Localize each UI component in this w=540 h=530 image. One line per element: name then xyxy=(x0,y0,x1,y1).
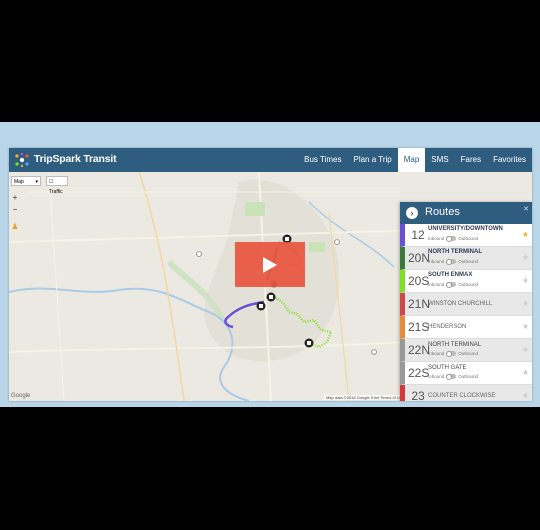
route-row[interactable]: 22S SOUTH GATE Inbound Outbound ★ xyxy=(400,362,532,385)
route-name: NORTH TERMINAL xyxy=(428,249,482,255)
route-row[interactable]: 22N NORTH TERMINAL Inbound Outbound ★ xyxy=(400,339,532,362)
nav-map[interactable]: Map xyxy=(397,148,426,172)
outbound-label: Outbound xyxy=(458,374,479,379)
favorite-star-icon[interactable]: ★ xyxy=(522,230,529,239)
video-play-button[interactable] xyxy=(235,242,305,287)
route-row[interactable]: 12 UNIVERSITY/DOWNTOWN Inbound Outbound ★ xyxy=(400,224,532,247)
stop-marker-icon[interactable] xyxy=(334,239,340,245)
nav-bus-times[interactable]: Bus Times xyxy=(298,148,347,172)
route-row[interactable]: 21S HENDERSON ★ xyxy=(400,316,532,339)
route-name: WINSTON CHURCHILL xyxy=(428,301,493,307)
route-name: UNIVERSITY/DOWNTOWN xyxy=(428,226,503,232)
favorite-star-icon[interactable]: ★ xyxy=(522,322,529,331)
major-road xyxy=(138,172,185,401)
direction-switch[interactable] xyxy=(446,373,457,380)
outbound-label: Outbound xyxy=(458,351,479,356)
app-window: TripSpark Transit Bus Times Plan a Trip Ma… xyxy=(9,148,532,401)
road xyxy=(9,341,410,353)
bus-icon[interactable] xyxy=(266,292,276,302)
chevron-right-icon[interactable]: › xyxy=(406,207,418,219)
nav-favorites[interactable]: Favorites xyxy=(487,148,532,172)
favorite-star-icon[interactable]: ★ xyxy=(522,368,529,377)
direction-switch[interactable] xyxy=(446,235,457,242)
direction-switch[interactable] xyxy=(446,350,457,357)
route-number: 20S xyxy=(408,274,430,288)
favorite-star-icon[interactable]: ★ xyxy=(522,276,529,285)
favorite-star-icon[interactable]: ★ xyxy=(522,299,529,308)
route-number: 22N xyxy=(408,343,431,357)
direction-toggle[interactable]: Inbound Outbound xyxy=(428,373,479,380)
bus-icon[interactable] xyxy=(256,301,266,311)
outbound-label: Outbound xyxy=(458,282,479,287)
route-number: 22S xyxy=(408,366,430,380)
stop-marker-icon[interactable] xyxy=(371,349,377,355)
route-number: 21S xyxy=(408,320,430,334)
inbound-label: Inbound xyxy=(428,259,445,264)
outbound-label: Outbound xyxy=(458,236,479,241)
bus-icon[interactable] xyxy=(304,338,314,348)
direction-toggle[interactable]: Inbound Outbound xyxy=(428,258,479,265)
top-navigation-bar: TripSpark Transit Bus Times Plan a Trip Ma… xyxy=(9,148,532,172)
tripspark-logo-icon xyxy=(15,152,29,168)
inbound-label: Inbound xyxy=(428,236,445,241)
map-view[interactable]: Map ☐ Traffic + − ♟ Google Map data ©201… xyxy=(9,172,532,401)
routes-panel-header: › Routes ✕ xyxy=(400,202,532,224)
favorite-star-icon[interactable]: ★ xyxy=(522,253,529,262)
route-list: 12 UNIVERSITY/DOWNTOWN Inbound Outbound ★ 20N… xyxy=(400,224,532,401)
park xyxy=(309,242,325,252)
route-number: 20N xyxy=(408,251,431,265)
route-row[interactable]: 21N WINSTON CHURCHILL ★ xyxy=(400,293,532,316)
direction-switch[interactable] xyxy=(446,258,457,265)
favorite-star-icon[interactable]: ★ xyxy=(522,345,529,354)
main-nav: Bus Times Plan a Trip Map SMS Fares Favorites xyxy=(298,148,532,172)
zoom-in-button[interactable]: + xyxy=(11,193,19,202)
route-row[interactable]: 20N NORTH TERMINAL Inbound Outbound ★ xyxy=(400,247,532,270)
close-icon[interactable]: ✕ xyxy=(523,205,529,213)
route-name: NORTH TERMINAL xyxy=(428,342,482,348)
favorite-star-icon[interactable]: ★ xyxy=(522,391,529,400)
direction-toggle[interactable]: Inbound Outbound xyxy=(428,281,479,288)
direction-toggle[interactable]: Inbound Outbound xyxy=(428,350,479,357)
outbound-label: Outbound xyxy=(458,259,479,264)
stop-marker-icon[interactable] xyxy=(196,251,202,257)
route-name: COUNTER CLOCKWISE xyxy=(428,393,496,399)
route-number: 23 xyxy=(411,389,425,401)
nav-sms[interactable]: SMS xyxy=(425,148,454,172)
park xyxy=(245,202,265,216)
google-logo[interactable]: Google xyxy=(11,393,30,399)
routes-panel-title: Routes xyxy=(425,206,460,218)
route-name: SOUTH GATE xyxy=(428,365,467,371)
direction-switch[interactable] xyxy=(446,281,457,288)
inbound-label: Inbound xyxy=(428,351,445,356)
nav-plan-a-trip[interactable]: Plan a Trip xyxy=(347,148,397,172)
inbound-label: Inbound xyxy=(428,282,445,287)
route-name: SOUTH ENMAX xyxy=(428,272,473,278)
traffic-checkbox[interactable]: ☐ Traffic xyxy=(46,176,68,195)
zoom-out-button[interactable]: − xyxy=(11,205,19,214)
route-row[interactable]: 23 COUNTER CLOCKWISE ★ xyxy=(400,385,532,401)
direction-toggle[interactable]: Inbound Outbound xyxy=(428,235,479,242)
play-icon xyxy=(263,257,277,273)
traffic-label: Traffic xyxy=(49,189,63,195)
brand-title: TripSpark Transit xyxy=(34,153,117,165)
map-type-select[interactable]: Map xyxy=(11,176,41,187)
route-number: 21N xyxy=(408,297,431,311)
nav-fares[interactable]: Fares xyxy=(455,148,487,172)
road xyxy=(48,172,65,401)
routes-panel: › Routes ✕ 12 UNIVERSITY/DOWNTOWN Inbound O… xyxy=(400,202,532,401)
route-number: 12 xyxy=(411,228,425,242)
street-view-pegman-icon[interactable]: ♟ xyxy=(11,222,19,232)
map-credit: Map data ©2016 Google 5 km Terms of Use xyxy=(323,395,406,400)
route-row[interactable]: 20S SOUTH ENMAX Inbound Outbound ★ xyxy=(400,270,532,293)
route-name: HENDERSON xyxy=(428,324,467,330)
inbound-label: Inbound xyxy=(428,374,445,379)
